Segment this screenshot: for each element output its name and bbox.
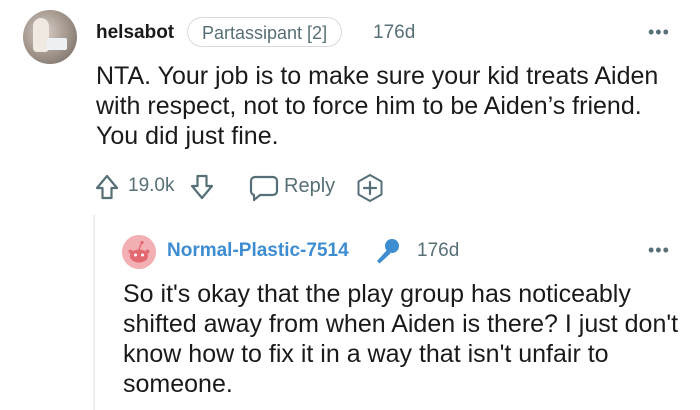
vote-score: 19.0k (128, 175, 175, 196)
comment-body: NTA. Your job is to make sure your kid t… (96, 62, 659, 150)
arrow-up-icon (95, 174, 119, 200)
op-badge (372, 236, 402, 271)
reply-comment-age: 176d (417, 240, 460, 261)
user-avatar[interactable] (23, 10, 77, 64)
award-plus-icon (357, 174, 383, 202)
reply-button[interactable] (249, 174, 279, 207)
user-flair-badge: Partassipant [2] (187, 17, 343, 47)
reply-comment-body: So it's okay that the play group has not… (123, 280, 679, 398)
reply-more-options-icon[interactable]: ••• (648, 240, 670, 261)
microphone-icon (377, 239, 399, 264)
downvote-button[interactable] (187, 172, 217, 207)
more-options-icon[interactable]: ••• (648, 22, 670, 43)
username[interactable]: helsabot (96, 22, 174, 44)
award-button[interactable] (355, 173, 385, 208)
snoo-avatar-icon (122, 235, 156, 269)
reply-user-avatar[interactable] (122, 235, 156, 269)
reply-username[interactable]: Normal-Plastic-7514 (167, 240, 349, 262)
reply-label[interactable]: Reply (284, 175, 335, 198)
upvote-button[interactable] (92, 172, 122, 207)
avatar-laptop (47, 38, 67, 50)
comment-bubble-icon (249, 175, 279, 202)
comment-age: 176d (373, 22, 416, 43)
thread-line[interactable] (93, 215, 95, 410)
arrow-down-icon (190, 174, 214, 200)
